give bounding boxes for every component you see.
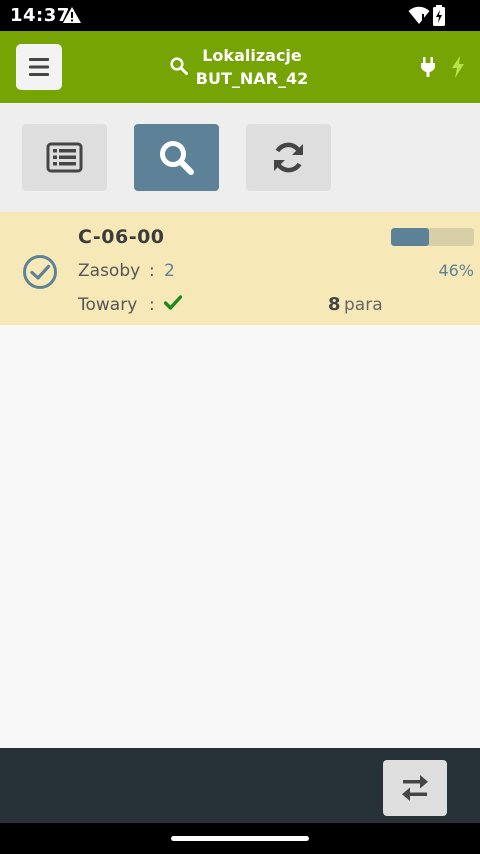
home-handle[interactable] xyxy=(171,836,309,841)
zasoby-value: 2 xyxy=(164,261,175,281)
zasoby-label: Zasoby xyxy=(78,261,141,281)
swap-arrows-icon xyxy=(402,775,428,801)
location-code: C-06-00 xyxy=(78,226,165,248)
refresh-button[interactable] xyxy=(246,124,331,191)
search-icon[interactable] xyxy=(170,57,188,79)
app-header: Lokalizacje BUT_NAR_42 xyxy=(0,31,480,103)
refresh-icon xyxy=(274,142,303,173)
search-icon xyxy=(160,141,194,175)
check-circle-icon xyxy=(22,254,58,294)
plug-icon xyxy=(420,57,436,81)
title-line-1: Lokalizacje xyxy=(202,46,302,65)
list-view-button[interactable] xyxy=(22,124,107,191)
battery-icon xyxy=(432,5,446,31)
swap-button[interactable] xyxy=(383,760,447,816)
quantity-unit: para xyxy=(344,295,383,315)
menu-button[interactable] xyxy=(16,44,62,90)
towary-label: Towary xyxy=(78,295,138,315)
status-time: 14:37 xyxy=(10,5,70,26)
progress-fill xyxy=(391,228,430,246)
quantity-value: 8 xyxy=(328,294,341,315)
wifi-icon xyxy=(408,5,430,29)
list-icon xyxy=(46,142,83,173)
checkmark-icon xyxy=(163,295,183,315)
zasoby-colon: : xyxy=(149,261,155,281)
search-button[interactable] xyxy=(134,124,219,191)
towary-colon: : xyxy=(149,295,155,315)
bottom-bar xyxy=(0,748,480,823)
progress-bar xyxy=(391,228,474,246)
warning-icon xyxy=(62,6,82,28)
hamburger-icon xyxy=(29,58,49,76)
toolbar xyxy=(0,103,480,212)
progress-percent: 46% xyxy=(438,261,474,280)
bolt-icon xyxy=(451,56,465,82)
title-line-2: BUT_NAR_42 xyxy=(195,69,309,88)
location-list-item[interactable]: C-06-00 Zasoby : 2 Towary : 8 para 46% xyxy=(0,212,480,325)
system-nav-bar xyxy=(0,823,480,854)
status-bar: 14:37 xyxy=(0,0,480,31)
page-title: Lokalizacje BUT_NAR_42 xyxy=(190,44,314,90)
